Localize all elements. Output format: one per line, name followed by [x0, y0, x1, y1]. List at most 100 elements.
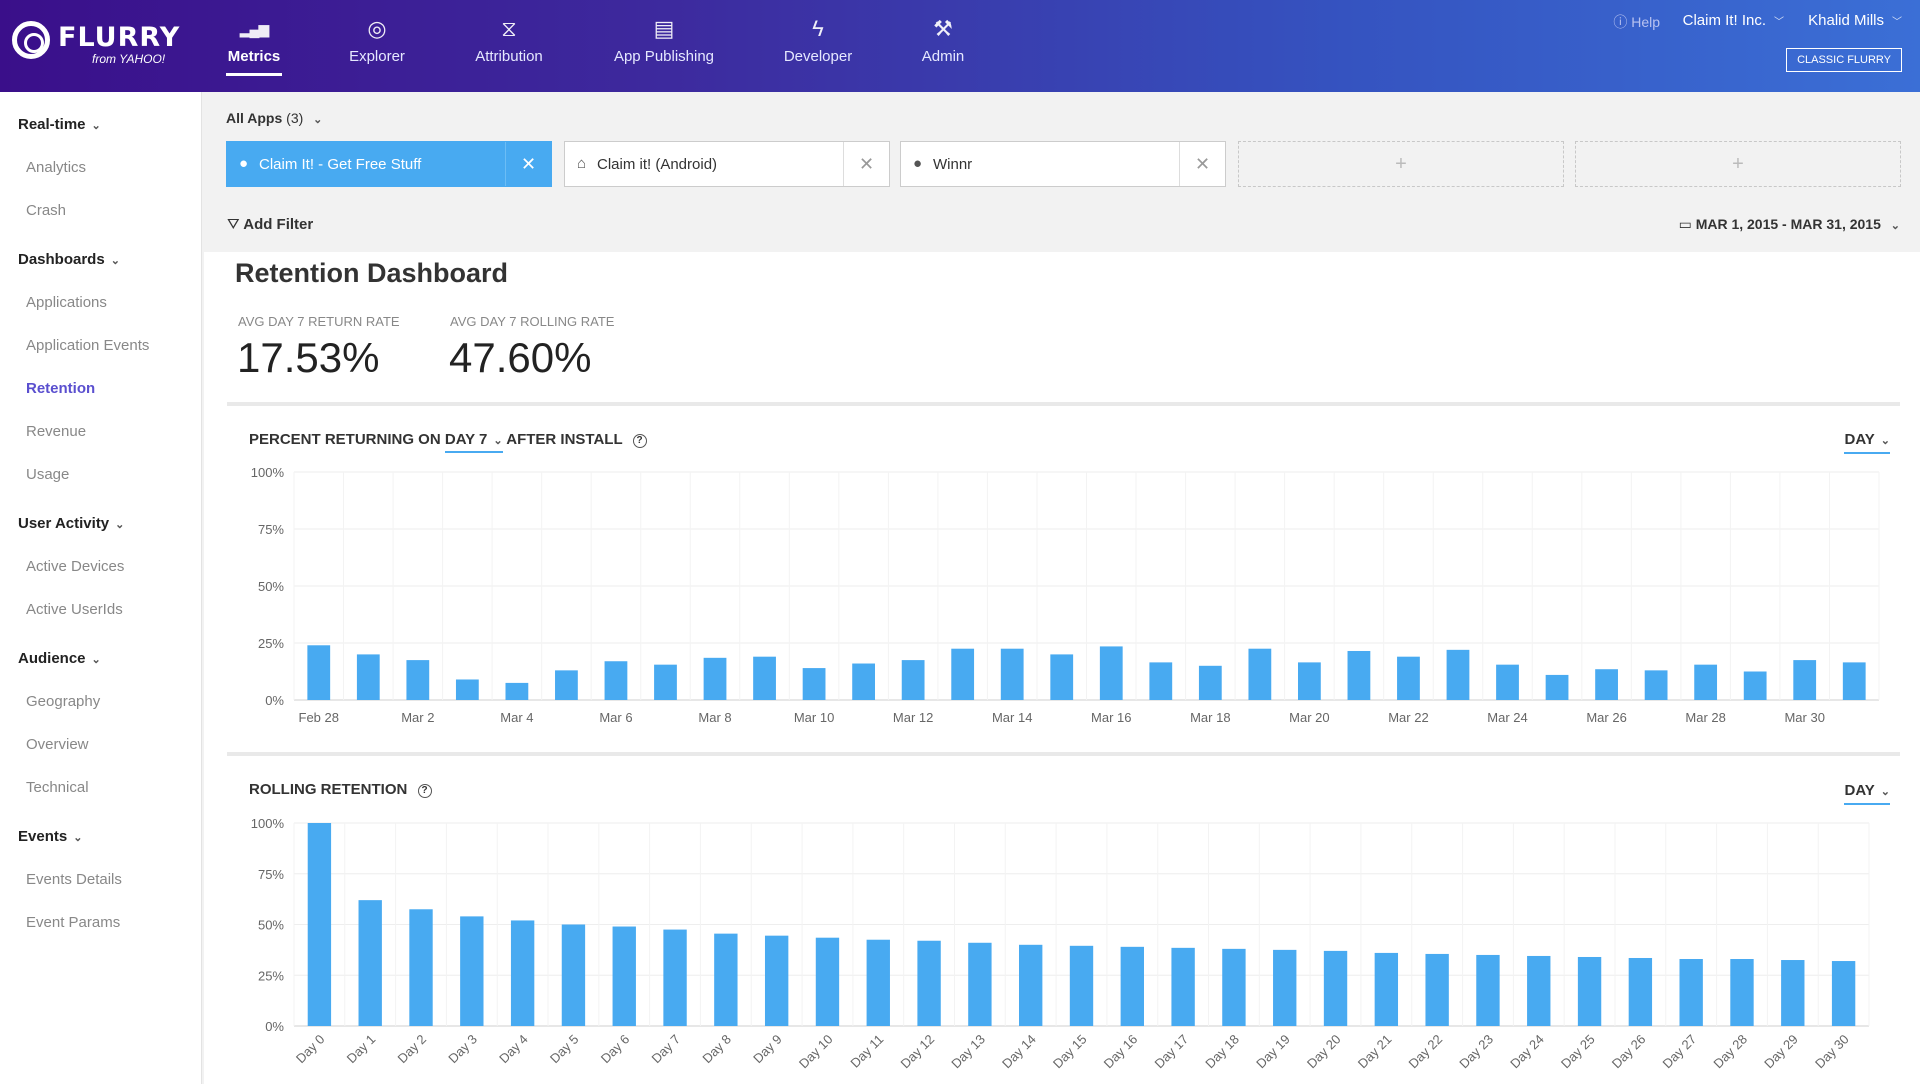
nav-app-publishing[interactable]: ▤ App Publishing	[609, 0, 719, 92]
bar	[951, 648, 975, 700]
bar	[714, 933, 738, 1026]
user-menu[interactable]: Khalid Mills ﹀	[1808, 12, 1902, 29]
empty-app-slot[interactable]: +	[1575, 141, 1901, 187]
sidebar-item-overview[interactable]: Overview	[26, 736, 89, 753]
app-card[interactable]: ● Claim It! - Get Free Stuff ✕	[226, 141, 552, 187]
y-tick-label: 100%	[251, 816, 285, 831]
x-tick-label: Day 20	[1304, 1032, 1344, 1072]
sidebar-section-user-activity[interactable]: User Activity ⌄	[18, 515, 124, 532]
x-tick-label: Day 24	[1507, 1032, 1547, 1072]
bar	[555, 670, 578, 700]
bar	[1198, 665, 1222, 700]
x-tick-label: Day 27	[1660, 1032, 1700, 1072]
app-card[interactable]: ● Winnr ✕	[900, 141, 1226, 187]
compass-icon: ◎	[367, 16, 387, 41]
bar	[968, 942, 992, 1026]
sidebar-item-retention[interactable]: Retention	[26, 380, 95, 397]
chevron-down-icon: ⌄	[313, 114, 323, 126]
bar	[356, 654, 380, 700]
x-tick-label: Mar 22	[1388, 710, 1428, 725]
x-tick-label: Mar 16	[1091, 710, 1131, 725]
help-icon[interactable]: ?	[417, 784, 432, 798]
lightning-icon: ϟ	[812, 16, 824, 41]
sidebar-item-technical[interactable]: Technical	[26, 779, 89, 796]
granularity-selector[interactable]: DAY ⌄	[1844, 782, 1890, 805]
brand-name: FLURRY	[58, 22, 181, 53]
sidebar-item-events-details[interactable]: Events Details	[26, 871, 122, 888]
chevron-down-icon: ﹀	[1892, 17, 1902, 28]
date-range-picker[interactable]: ▭ MAR 1, 2015 - MAR 31, 2015 ⌄	[1679, 216, 1900, 233]
bar-chart-icon: ▂▄▆	[239, 21, 269, 37]
sidebar-item-application-events[interactable]: Application Events	[26, 337, 149, 354]
classic-flurry-button[interactable]: CLASSIC FLURRY	[1786, 48, 1902, 72]
sidebar-item-geography[interactable]: Geography	[26, 693, 100, 710]
sidebar-item-usage[interactable]: Usage	[26, 466, 69, 483]
close-icon[interactable]: ✕	[1179, 142, 1225, 186]
flurry-logo[interactable]: FLURRY from YAHOO!	[12, 18, 179, 68]
day-selector[interactable]: DAY 7 ⌄	[444, 431, 503, 453]
bar	[1000, 648, 1024, 700]
close-icon[interactable]: ✕	[505, 142, 551, 186]
app-name: Claim it! (Android)	[597, 156, 718, 173]
y-tick-label: 0%	[265, 693, 284, 708]
help-link[interactable]: ⓘ Help	[1613, 12, 1660, 32]
close-icon[interactable]: ✕	[843, 142, 889, 186]
x-tick-label: Feb 28	[299, 710, 339, 725]
nav-attribution[interactable]: ⧖ Attribution	[454, 0, 564, 92]
x-tick-label: Day 0	[293, 1032, 328, 1067]
sidebar-section-audience[interactable]: Audience ⌄	[18, 650, 101, 667]
date-range-label: MAR 1, 2015 - MAR 31, 2015	[1695, 216, 1881, 232]
chevron-down-icon: ⌄	[91, 120, 101, 132]
y-tick-label: 75%	[258, 867, 284, 882]
app-name: Winnr	[933, 156, 973, 173]
sidebar-item-event-params[interactable]: Event Params	[26, 914, 120, 931]
calendar-icon: ▭	[1678, 216, 1692, 232]
x-tick-label: Mar 6	[599, 710, 632, 725]
sidebar-item-crash[interactable]: Crash	[26, 202, 66, 219]
x-tick-label: Mar 24	[1487, 710, 1527, 725]
bar	[1831, 961, 1856, 1026]
help-icon[interactable]: ?	[632, 434, 647, 448]
filter-icon: ⛛	[227, 216, 240, 233]
x-tick-label: Day 11	[847, 1032, 886, 1071]
sidebar-item-active-devices[interactable]: Active Devices	[26, 558, 124, 575]
chart2-title: ROLLING RETENTION ?	[249, 781, 432, 798]
nav-developer[interactable]: ϟ Developer	[763, 0, 873, 92]
bar	[612, 926, 636, 1026]
x-tick-label: Day 28	[1710, 1032, 1750, 1072]
x-tick-label: Day 15	[1050, 1032, 1090, 1072]
x-tick-label: Day 26	[1609, 1032, 1649, 1072]
nav-admin[interactable]: ⚒ Admin	[888, 0, 998, 92]
org-selector[interactable]: Claim It! Inc. ﹀	[1683, 12, 1784, 29]
granularity-selector[interactable]: DAY ⌄	[1844, 431, 1890, 454]
app-card[interactable]: ⌂ Claim it! (Android) ✕	[564, 141, 890, 187]
sidebar: Real-time ⌄ Analytics Crash Dashboards ⌄ Appli…	[0, 92, 202, 1084]
sidebar-section-real-time[interactable]: Real-time ⌄	[18, 116, 101, 133]
bar	[1171, 947, 1195, 1026]
sidebar-section-dashboards[interactable]: Dashboards ⌄	[18, 251, 120, 268]
nav-metrics[interactable]: ▂▄▆ Metrics	[226, 0, 282, 92]
all-apps-selector[interactable]: All Apps (3) ⌄	[226, 110, 322, 126]
bar	[604, 661, 628, 700]
sidebar-item-revenue[interactable]: Revenue	[26, 423, 86, 440]
x-tick-label: Mar 4	[500, 710, 533, 725]
x-tick-label: Day 14	[999, 1032, 1039, 1072]
bar	[1781, 960, 1805, 1026]
sidebar-item-analytics[interactable]: Analytics	[26, 159, 86, 176]
bar	[654, 664, 677, 700]
bar	[663, 929, 687, 1026]
bar	[358, 900, 382, 1026]
bar	[1050, 654, 1074, 700]
sidebar-item-applications[interactable]: Applications	[26, 294, 107, 311]
bar	[802, 668, 826, 700]
empty-app-slot[interactable]: +	[1238, 141, 1564, 187]
apple-icon: ●	[913, 155, 923, 172]
sidebar-section-events[interactable]: Events ⌄	[18, 828, 82, 845]
chevron-down-icon: ⌄	[110, 255, 120, 267]
help-label: Help	[1631, 14, 1660, 30]
nav-explorer[interactable]: ◎ Explorer	[322, 0, 432, 92]
y-tick-label: 50%	[258, 579, 284, 594]
add-app-icon: +	[1395, 153, 1407, 175]
sidebar-item-active-userids[interactable]: Active UserIds	[26, 601, 123, 618]
add-filter-button[interactable]: ⛛ Add Filter	[227, 216, 313, 233]
